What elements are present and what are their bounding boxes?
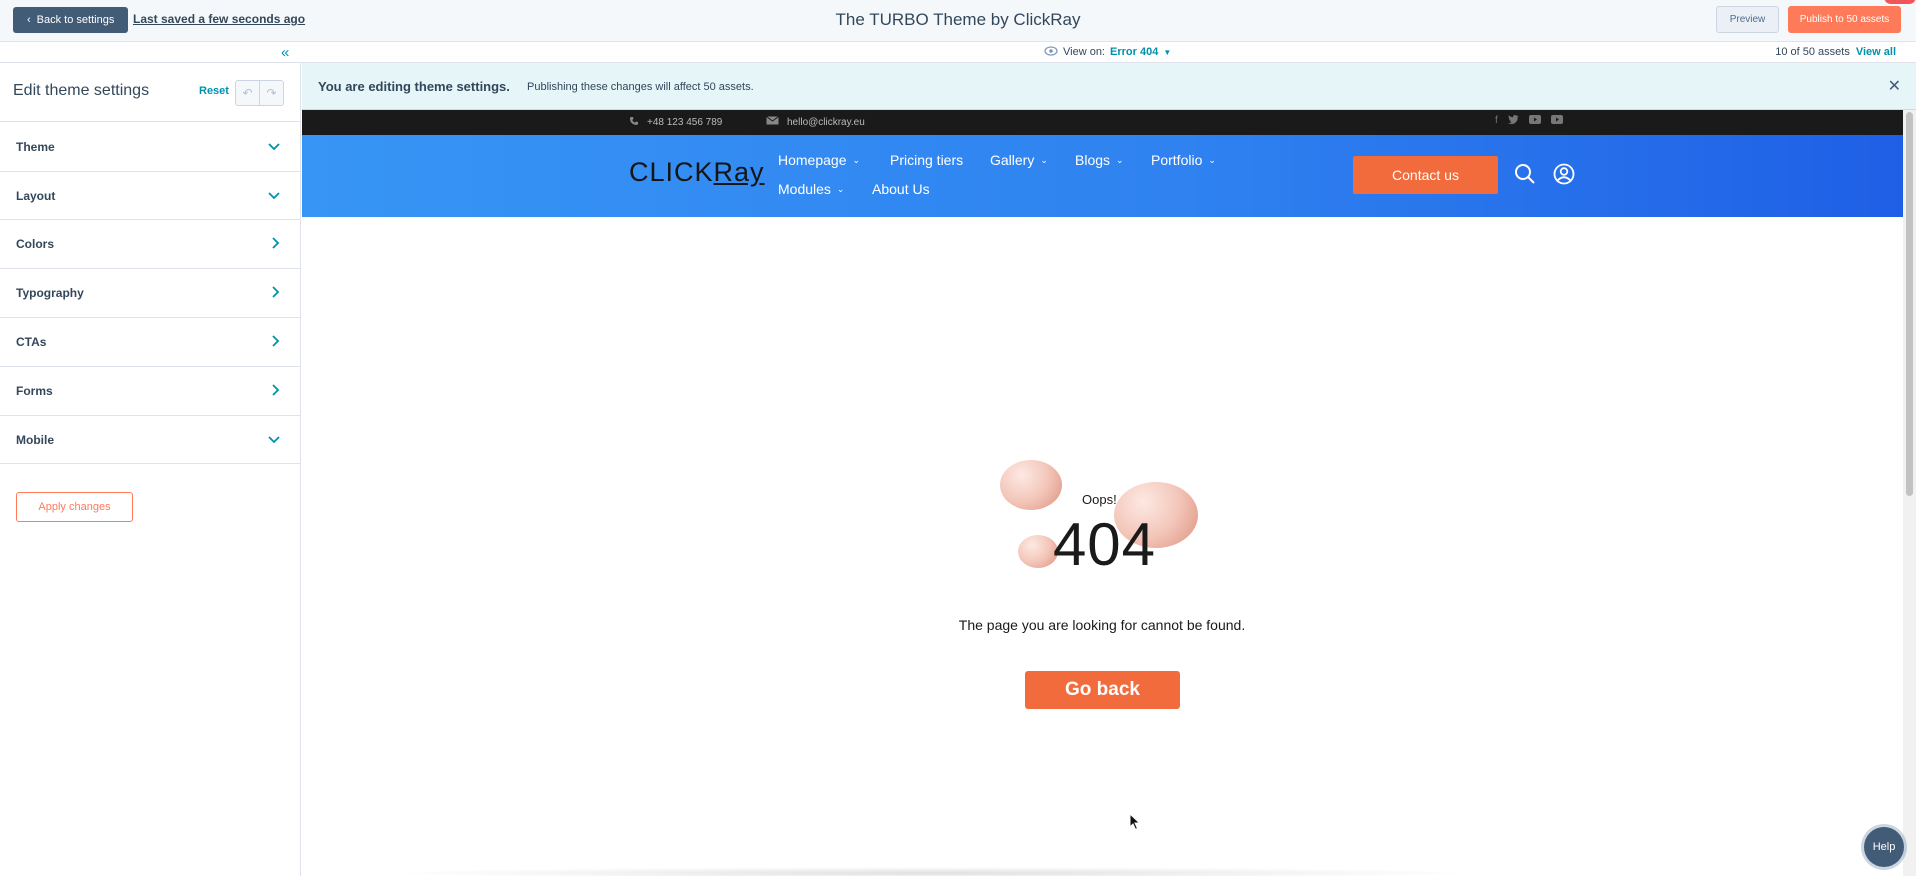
preview-scrollbar[interactable] [1903,110,1916,876]
cloud-illustration [1000,460,1062,510]
editor-subheader: « View on: Error 404 ▼ 10 of 50 assets V… [0,42,1916,63]
phone-icon [629,116,639,129]
nav-label: Homepage [778,152,847,168]
mail-icon [766,116,779,128]
nav-item-modules[interactable]: Modules ⌄ [778,181,844,197]
phone-text: +48 123 456 789 [647,117,723,128]
site-phone[interactable]: +48 123 456 789 [629,116,722,129]
site-topbar: +48 123 456 789 hello@clickray.eu f [302,110,1903,135]
caret-down-icon: ⌄ [1040,154,1048,165]
undo-redo-group: ↶ ↷ [235,80,284,106]
nav-item-about[interactable]: About Us [872,181,930,197]
nav-item-gallery[interactable]: Gallery ⌄ [990,152,1048,168]
chevron-down-icon [268,433,280,447]
sidebar-item-forms[interactable]: Forms [0,367,300,416]
view-on-selector[interactable]: View on: Error 404 ▼ [1044,45,1171,59]
error-code: 404 [1052,511,1157,578]
search-icon[interactable] [1514,163,1536,190]
reset-button[interactable]: Reset [199,85,229,97]
panel-title: Edit theme settings [13,82,150,99]
redo-icon[interactable]: ↷ [259,81,283,105]
collapse-sidebar-icon[interactable]: « [281,44,289,61]
sidebar-item-typography[interactable]: Typography [0,269,300,318]
nav-item-blogs[interactable]: Blogs ⌄ [1075,152,1124,168]
chevron-down-icon [268,140,280,154]
theme-settings-panel: Edit theme settings Reset ↶ ↷ Theme Layo… [0,63,301,876]
sidebar-item-label: Forms [16,384,53,398]
preview-button[interactable]: Preview [1716,6,1779,33]
oops-text: Oops! [1082,492,1117,507]
view-all-link[interactable]: View all [1856,46,1896,58]
scrollbar-thumb[interactable] [1906,112,1913,496]
apply-changes-button[interactable]: Apply changes [16,492,133,522]
section-divider-shadow [382,867,1482,876]
chevron-right-icon [272,236,280,252]
editing-alert-banner: You are editing theme settings. Publishi… [302,63,1916,110]
nav-label: Blogs [1075,152,1111,168]
banner-heading: You are editing theme settings. [318,79,510,94]
nav-label: Portfolio [1151,152,1203,168]
site-email[interactable]: hello@clickray.eu [766,116,865,128]
youtube-icon[interactable] [1528,115,1541,127]
assets-counter: 10 of 50 assets View all [1775,46,1896,58]
nav-item-homepage[interactable]: Homepage ⌄ [778,152,860,168]
editor-header: ‹ Back to settings Last saved a few seco… [0,0,1916,42]
logo-text: CLICK [629,157,714,187]
chevron-right-icon [272,383,280,399]
contact-us-button[interactable]: Contact us [1353,156,1498,194]
sidebar-item-label: Typography [16,286,84,300]
help-button[interactable]: Help [1864,827,1904,867]
twitter-icon[interactable] [1507,115,1519,127]
nav-label: Pricing tiers [890,152,964,168]
email-text: hello@clickray.eu [787,116,865,128]
sidebar-item-label: Layout [16,188,56,203]
youtube-icon[interactable] [1550,115,1563,127]
sidebar-item-colors[interactable]: Colors [0,220,300,269]
logo-text-ray: Ray [713,157,765,187]
go-back-button[interactable]: Go back [1025,671,1180,709]
eye-icon [1044,45,1058,59]
caret-down-icon: ⌄ [1208,154,1216,165]
banner-text: Publishing these changes will affect 50 … [527,81,754,93]
sidebar-item-label: Mobile [16,432,54,447]
nav-label: Modules [778,181,831,197]
sidebar-item-layout[interactable]: Layout [0,172,300,220]
site-navigation: CLICKRay Homepage ⌄ Pricing tiers Gallery… [302,135,1903,217]
close-icon[interactable]: ✕ [1888,76,1901,96]
view-on-label: View on: [1063,46,1105,58]
caret-down-icon: ⌄ [836,183,845,194]
nav-label: Gallery [990,152,1035,168]
sidebar-item-mobile[interactable]: Mobile [0,416,300,464]
sidebar-item-label: CTAs [16,335,47,349]
caret-down-icon: ⌄ [1116,154,1124,165]
view-on-value[interactable]: Error 404 [1110,46,1158,58]
assets-count: 10 of 50 assets [1775,46,1850,58]
nav-item-pricing[interactable]: Pricing tiers [890,152,963,168]
clickray-logo[interactable]: CLICKRay [629,157,765,188]
page-title: The TURBO Theme by ClickRay [835,10,1081,29]
caret-down-icon: ▼ [1163,47,1172,57]
sidebar-item-ctas[interactable]: CTAs [0,318,300,367]
mouse-cursor-icon [1129,812,1141,836]
theme-preview: +48 123 456 789 hello@clickray.eu f CLIC… [302,110,1903,876]
social-links: f [1495,115,1563,127]
sidebar-item-label: Theme [16,140,55,154]
sidebar-item-label: Colors [16,237,55,251]
undo-icon[interactable]: ↶ [236,81,259,105]
sidebar-item-theme[interactable]: Theme [0,123,300,172]
publish-button[interactable]: Publish to 50 assets [1788,6,1901,33]
chevron-right-icon [272,285,280,301]
chevron-right-icon [272,334,280,350]
user-icon[interactable] [1553,163,1575,190]
facebook-icon[interactable]: f [1495,115,1498,127]
panel-header: Edit theme settings Reset ↶ ↷ [0,63,300,122]
nav-label: About Us [872,181,930,197]
caret-down-icon: ⌄ [852,154,861,165]
nav-item-portfolio[interactable]: Portfolio ⌄ [1151,152,1216,168]
not-found-message: The page you are looking for cannot be f… [958,617,1246,633]
notification-indicator [1884,0,1916,4]
chevron-down-icon [268,189,280,203]
